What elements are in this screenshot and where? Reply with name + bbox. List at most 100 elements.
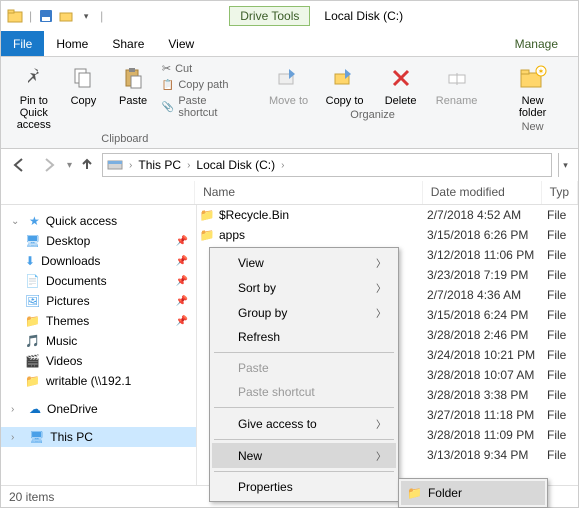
scissors-icon: ✂	[162, 62, 171, 75]
documents-icon: 📄	[25, 274, 40, 288]
ctx-group-by[interactable]: Group by〉	[212, 300, 396, 325]
ribbon-group-clipboard: Pin to Quick access Copy Paste ✂Cut 📋Cop…	[7, 61, 243, 145]
nav-documents[interactable]: 📄Documents📌	[1, 271, 196, 291]
nav-this-pc[interactable]: ›🖥This PC	[1, 427, 196, 447]
qa-dropdown-icon[interactable]: ▾	[78, 8, 94, 24]
paste-shortcut-button[interactable]: 📎Paste shortcut	[160, 94, 239, 120]
breadcrumb-this-pc[interactable]: This PC	[138, 158, 181, 172]
rename-button[interactable]: Rename	[431, 61, 483, 109]
nav-quick-access[interactable]: ⌄★Quick access	[1, 211, 196, 231]
recent-locations-icon[interactable]: ▾	[67, 160, 72, 171]
delete-button[interactable]: Delete	[375, 61, 427, 109]
column-type[interactable]: Typ	[542, 181, 578, 204]
table-row[interactable]: 📁 $Recycle.Bin 2/7/2018 4:52 AM File	[197, 205, 578, 225]
pin-icon: 📌	[176, 316, 188, 327]
new-folder-item[interactable]: 📁 Folder	[401, 481, 545, 505]
tab-file[interactable]: File	[1, 31, 44, 56]
tab-view[interactable]: View	[156, 31, 206, 56]
chevron-right-icon[interactable]: ›	[279, 160, 286, 171]
forward-button[interactable]	[37, 153, 61, 177]
chevron-right-icon: 〉	[376, 255, 386, 270]
delete-icon	[386, 63, 416, 93]
ribbon-group-organize: Move to Copy to Delete Rename Organize	[259, 61, 487, 121]
nav-onedrive[interactable]: ›☁OneDrive	[1, 399, 196, 419]
onedrive-icon: ☁	[29, 402, 41, 416]
cut-button[interactable]: ✂Cut	[160, 61, 239, 76]
save-icon[interactable]	[38, 8, 54, 24]
music-icon: 🎵	[25, 334, 40, 348]
rename-icon	[442, 63, 472, 93]
chevron-right-icon: ›	[11, 432, 23, 443]
this-pc-icon: 🖥	[29, 430, 44, 444]
back-button[interactable]	[7, 153, 31, 177]
chevron-right-icon: 〉	[376, 305, 386, 320]
nav-pictures[interactable]: 🖼Pictures📌	[1, 291, 196, 311]
group-label-organize: Organize	[350, 109, 395, 121]
menu-separator	[214, 407, 394, 408]
copy-button[interactable]: Copy	[61, 61, 107, 109]
star-icon: ★	[29, 214, 40, 228]
network-folder-icon: 📁	[25, 374, 40, 388]
folder-small-icon[interactable]	[58, 8, 74, 24]
ctx-sort-by[interactable]: Sort by〉	[212, 275, 396, 300]
breadcrumb[interactable]: › This PC › Local Disk (C:) ›	[102, 153, 552, 177]
downloads-icon: ⬇	[25, 254, 35, 268]
chevron-right-icon[interactable]: ›	[185, 160, 192, 171]
ctx-properties[interactable]: Properties	[212, 475, 396, 499]
nav-themes[interactable]: 📁Themes📌	[1, 311, 196, 331]
tab-share[interactable]: Share	[100, 31, 156, 56]
nav-downloads[interactable]: ⬇Downloads📌	[1, 251, 196, 271]
copy-icon	[68, 63, 98, 93]
drive-icon	[107, 156, 123, 175]
nav-writable[interactable]: 📁writable (\\192.1	[1, 371, 196, 391]
ctx-view[interactable]: View〉	[212, 250, 396, 275]
window-title: Local Disk (C:)	[324, 9, 403, 23]
desktop-icon: 🖥	[25, 234, 40, 248]
ctx-give-access-to[interactable]: Give access to〉	[212, 411, 396, 436]
shortcut-icon: 📎	[162, 102, 174, 113]
nav-desktop[interactable]: 🖥Desktop📌	[1, 231, 196, 251]
nav-music[interactable]: 🎵Music	[1, 331, 196, 351]
paste-button[interactable]: Paste	[110, 61, 156, 109]
menu-separator	[214, 471, 394, 472]
group-label-clipboard: Clipboard	[101, 133, 148, 145]
ctx-refresh[interactable]: Refresh	[212, 325, 396, 349]
table-row[interactable]: 📁 apps 3/15/2018 6:26 PM File	[197, 225, 578, 245]
address-history-dropdown[interactable]: ▾	[558, 153, 572, 177]
folder-icon	[7, 8, 23, 24]
new-folder-button[interactable]: ✶ New folder	[507, 61, 559, 121]
drive-tools-context-tab[interactable]: Drive Tools	[229, 6, 310, 26]
file-list[interactable]: 📁 $Recycle.Bin 2/7/2018 4:52 AM File 📁 a…	[197, 205, 578, 485]
menu-separator	[214, 439, 394, 440]
chevron-down-icon: ⌄	[11, 216, 23, 227]
chevron-right-icon: 〉	[376, 448, 386, 463]
nav-videos[interactable]: 🎬Videos	[1, 351, 196, 371]
pin-quick-access-button[interactable]: Pin to Quick access	[11, 61, 57, 133]
separator: |	[100, 9, 103, 23]
tab-manage[interactable]: Manage	[503, 31, 570, 56]
up-button[interactable]	[78, 155, 96, 176]
copy-path-button[interactable]: 📋Copy path	[160, 78, 239, 92]
new-submenu: 📁 Folder	[398, 478, 548, 508]
menu-separator	[214, 352, 394, 353]
column-date[interactable]: Date modified	[423, 181, 542, 204]
breadcrumb-local-disk[interactable]: Local Disk (C:)	[196, 158, 275, 172]
new-folder-icon: ✶	[518, 63, 548, 93]
context-menu: View〉 Sort by〉 Group by〉 Refresh Paste P…	[209, 247, 399, 502]
pin-icon	[19, 63, 49, 93]
address-bar: ▾ › This PC › Local Disk (C:) › ▾	[1, 149, 578, 181]
ctx-new[interactable]: New〉	[212, 443, 396, 468]
chevron-right-icon: ›	[11, 404, 23, 415]
column-name[interactable]: Name	[195, 181, 423, 204]
chevron-right-icon[interactable]: ›	[127, 160, 134, 171]
copy-to-icon	[330, 63, 360, 93]
folder-icon: 📁	[197, 228, 217, 242]
folder-icon: 📁	[25, 314, 40, 328]
tab-home[interactable]: Home	[44, 31, 100, 56]
item-count: 20 items	[9, 490, 54, 504]
move-to-button[interactable]: Move to	[263, 61, 315, 109]
ribbon: Pin to Quick access Copy Paste ✂Cut 📋Cop…	[1, 57, 578, 149]
copy-to-button[interactable]: Copy to	[319, 61, 371, 109]
title-bar: | ▾ | Drive Tools Local Disk (C:)	[1, 1, 578, 31]
group-label-new: New	[522, 121, 544, 133]
